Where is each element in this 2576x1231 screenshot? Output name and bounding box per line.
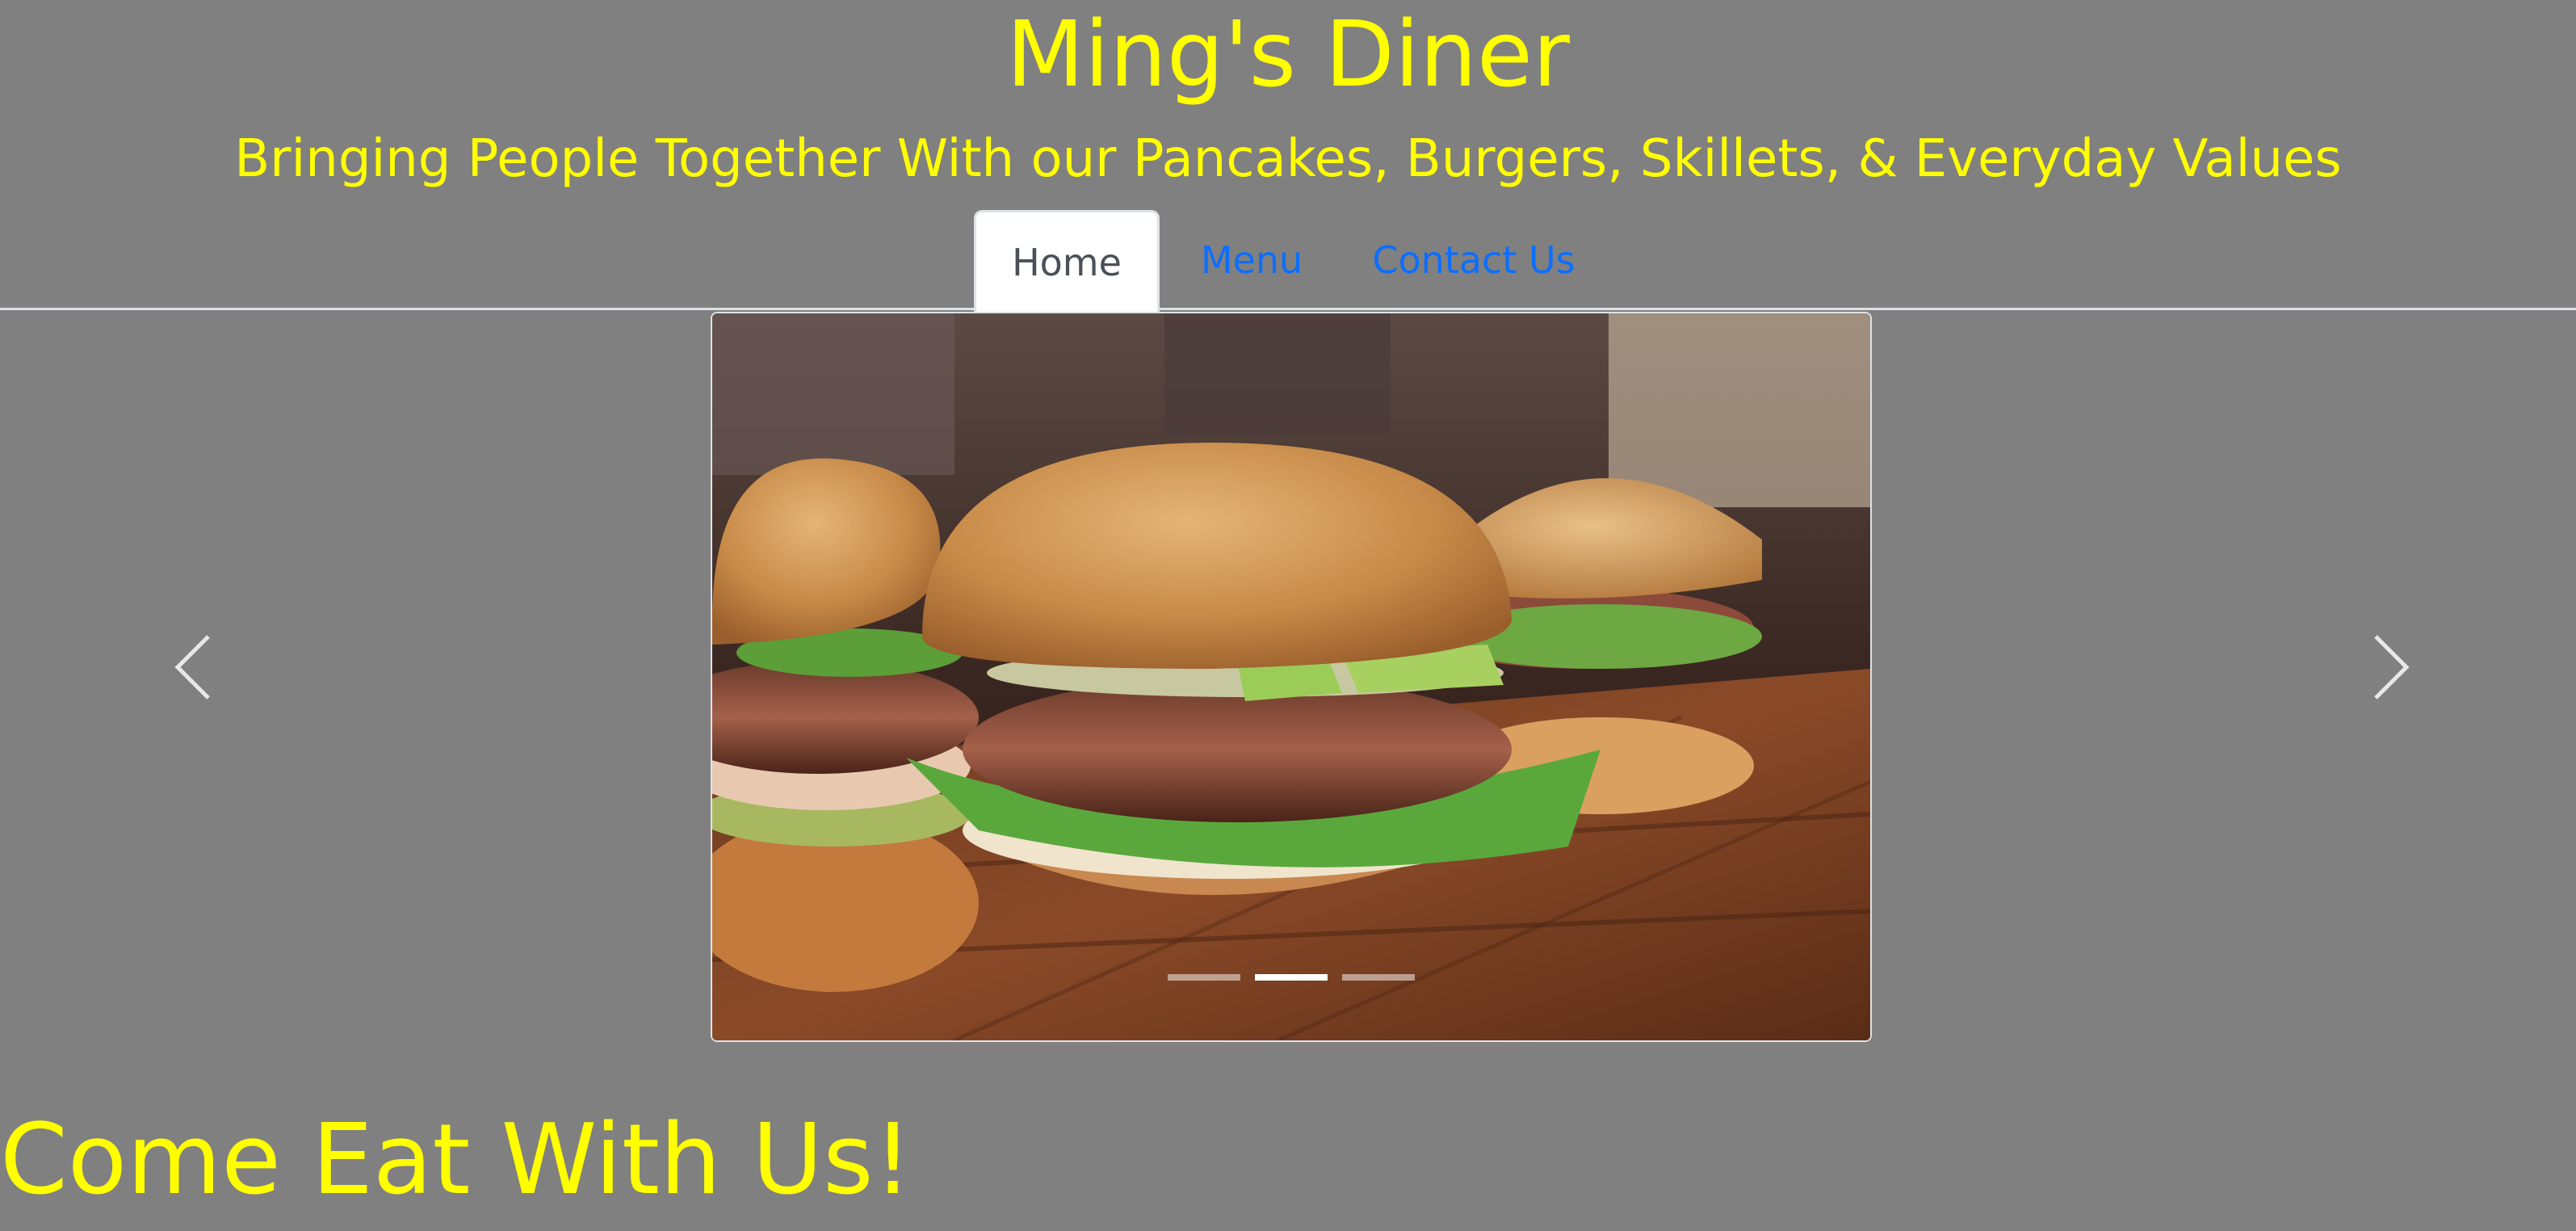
carousel-next-button[interactable] [2342, 603, 2439, 732]
carousel-indicators [1168, 974, 1415, 982]
carousel-indicator-3[interactable] [1342, 974, 1415, 981]
tab-home[interactable]: Home [974, 210, 1160, 313]
tab-contact-us[interactable]: Contact Us [1365, 210, 1583, 310]
site-title: Ming's Diner [1006, 2, 1570, 107]
carousel-slide-image [711, 312, 1872, 1042]
chevron-right-icon [2374, 635, 2410, 700]
tab-menu[interactable]: Menu [1179, 210, 1324, 310]
section-heading: Come Eat With Us! [0, 1104, 913, 1216]
chevron-left-icon [174, 635, 210, 700]
site-tagline: Bringing People Together With our Pancak… [234, 129, 2342, 189]
carousel-indicator-2[interactable] [1255, 974, 1328, 981]
carousel-prev-button[interactable] [145, 603, 242, 732]
burger-photo [712, 313, 1870, 1040]
image-carousel [0, 312, 2576, 1044]
carousel-indicator-1[interactable] [1168, 974, 1240, 981]
site-header: Ming's Diner Bringing People Together Wi… [0, 0, 2576, 313]
